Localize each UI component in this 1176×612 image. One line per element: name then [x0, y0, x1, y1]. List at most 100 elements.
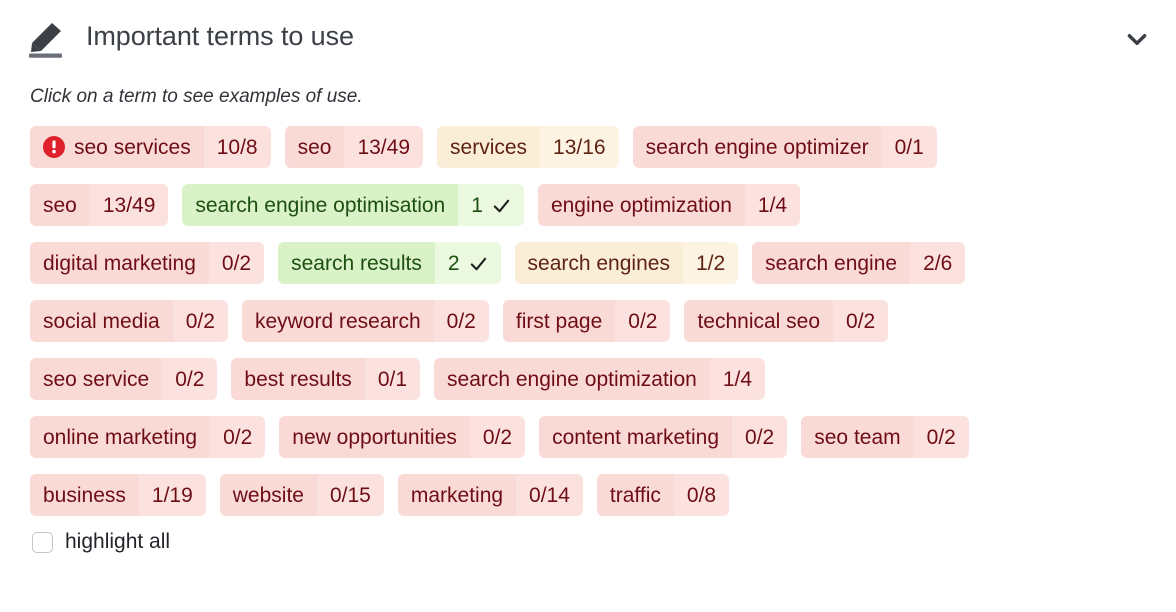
- term-row: online marketing 0/2 new opportunities 0/2 c…: [30, 412, 1156, 462]
- term-label-text: new opportunities: [292, 425, 457, 449]
- term-tag[interactable]: social media 0/2: [30, 300, 228, 342]
- term-count-text: 0/2: [846, 309, 876, 333]
- term-count: 1: [458, 184, 524, 226]
- term-count: 10/8: [203, 126, 271, 168]
- term-tag[interactable]: best results 0/1: [231, 358, 421, 400]
- term-label: new opportunities: [279, 416, 470, 458]
- term-count: 2/6: [910, 242, 966, 284]
- check-icon: [483, 196, 511, 215]
- term-count-text: 0/1: [377, 367, 408, 391]
- term-tag[interactable]: search engine 2/6: [752, 242, 966, 284]
- term-tag[interactable]: services 13/16: [437, 126, 619, 168]
- term-count: 0/2: [469, 416, 526, 458]
- term-label-text: seo: [297, 135, 332, 159]
- term-count-text: 1: [471, 193, 483, 217]
- term-count-text: 0/2: [745, 425, 775, 449]
- term-tag[interactable]: digital marketing 0/2: [30, 242, 265, 284]
- term-label-text: traffic: [609, 483, 661, 507]
- term-count-text: 13/49: [357, 135, 411, 159]
- term-label: seo: [284, 126, 345, 168]
- term-label: engine optimization: [537, 184, 745, 226]
- term-tag[interactable]: seo 13/49: [30, 184, 169, 226]
- term-count-text: 1/19: [151, 483, 193, 507]
- term-label-text: engine optimization: [550, 193, 732, 217]
- term-label: search engine optimizer: [632, 126, 882, 168]
- panel-header: Important terms to use: [20, 0, 1156, 72]
- important-terms-panel: Important terms to use Click on a term t…: [0, 0, 1176, 612]
- term-row: social media 0/2 keyword research 0/2 first …: [30, 296, 1156, 346]
- term-label: search engine optimization: [434, 358, 710, 400]
- term-row: digital marketing 0/2 search results 2 searc…: [30, 238, 1156, 288]
- term-tag[interactable]: search engine optimisation 1: [182, 184, 524, 226]
- term-count-text: 0/2: [628, 309, 658, 333]
- term-label-text: search engine optimization: [447, 367, 697, 391]
- term-label-text: keyword research: [254, 309, 421, 333]
- term-tag[interactable]: search results 2: [278, 242, 501, 284]
- term-label-text: seo services: [74, 135, 191, 159]
- term-label: search results: [278, 242, 435, 284]
- term-tag[interactable]: online marketing 0/2: [30, 416, 266, 458]
- term-tag[interactable]: seo service 0/2: [30, 358, 218, 400]
- term-tag[interactable]: seo 13/49: [284, 126, 424, 168]
- term-count-text: 1/2: [695, 251, 726, 275]
- term-count: 13/16: [540, 126, 619, 168]
- term-label: seo services: [30, 126, 204, 168]
- term-label-text: seo team: [814, 425, 901, 449]
- term-tag[interactable]: marketing 0/14: [397, 474, 583, 516]
- term-count: 0/2: [208, 242, 265, 284]
- term-count: 1/2: [682, 242, 739, 284]
- term-tag[interactable]: seo services 10/8: [30, 126, 271, 168]
- term-label-text: first page: [515, 309, 603, 333]
- term-count-text: 0/2: [482, 425, 513, 449]
- term-count: 0/1: [881, 126, 937, 168]
- highlight-all-checkbox[interactable]: [32, 531, 53, 553]
- term-tag[interactable]: search engine optimizer 0/1: [632, 126, 937, 168]
- term-count-text: 2: [447, 251, 460, 275]
- term-label: website: [219, 474, 317, 516]
- term-tag[interactable]: content marketing 0/2: [539, 416, 788, 458]
- term-tag[interactable]: keyword research 0/2: [241, 300, 489, 342]
- term-label: traffic: [596, 474, 674, 516]
- term-label-text: technical seo: [697, 309, 821, 333]
- term-label: content marketing: [539, 416, 733, 458]
- term-count-text: 0/14: [529, 483, 570, 507]
- term-count: 0/2: [615, 300, 671, 342]
- highlight-all-label[interactable]: highlight all: [65, 530, 170, 554]
- term-tag[interactable]: search engines 1/2: [514, 242, 739, 284]
- term-label: business: [30, 474, 139, 516]
- term-label: best results: [231, 358, 365, 400]
- term-tag[interactable]: first page 0/2: [502, 300, 671, 342]
- term-count: 1/4: [709, 358, 766, 400]
- term-count-text: 10/8: [216, 135, 258, 159]
- term-count-text: 0/2: [223, 425, 253, 449]
- chevron-down-icon[interactable]: [1120, 22, 1154, 56]
- pencil-icon: [26, 18, 68, 58]
- term-label: social media: [30, 300, 173, 342]
- term-label-text: best results: [244, 367, 352, 391]
- term-tag[interactable]: search engine optimization 1/4: [434, 358, 766, 400]
- hint-text: Click on a term to see examples of use.: [30, 86, 363, 107]
- term-count-text: 0/2: [185, 309, 215, 333]
- term-label: online marketing: [30, 416, 211, 458]
- term-row: seo service 0/2 best results 0/1 search engi…: [30, 354, 1156, 404]
- term-tag[interactable]: website 0/15: [219, 474, 384, 516]
- term-label: services: [437, 126, 541, 168]
- term-row: seo 13/49 search engine optimisation 1 engin…: [30, 180, 1156, 230]
- term-label: search engine: [752, 242, 911, 284]
- term-tag[interactable]: technical seo 0/2: [684, 300, 889, 342]
- term-label-text: seo service: [43, 367, 150, 391]
- term-count-text: 0/2: [446, 309, 476, 333]
- term-label-text: search engine optimisation: [195, 193, 446, 217]
- term-count-text: 13/49: [102, 193, 156, 217]
- term-count-text: 1/4: [757, 193, 788, 217]
- term-label: first page: [502, 300, 616, 342]
- term-count: 2: [434, 242, 501, 284]
- term-tag[interactable]: seo team 0/2: [801, 416, 969, 458]
- term-tag[interactable]: business 1/19: [30, 474, 206, 516]
- term-label-text: business: [43, 483, 126, 507]
- term-label: search engine optimisation: [182, 184, 459, 226]
- term-tag[interactable]: traffic 0/8: [596, 474, 730, 516]
- term-tag[interactable]: engine optimization 1/4: [537, 184, 801, 226]
- term-count: 13/49: [344, 126, 424, 168]
- term-tag[interactable]: new opportunities 0/2: [279, 416, 526, 458]
